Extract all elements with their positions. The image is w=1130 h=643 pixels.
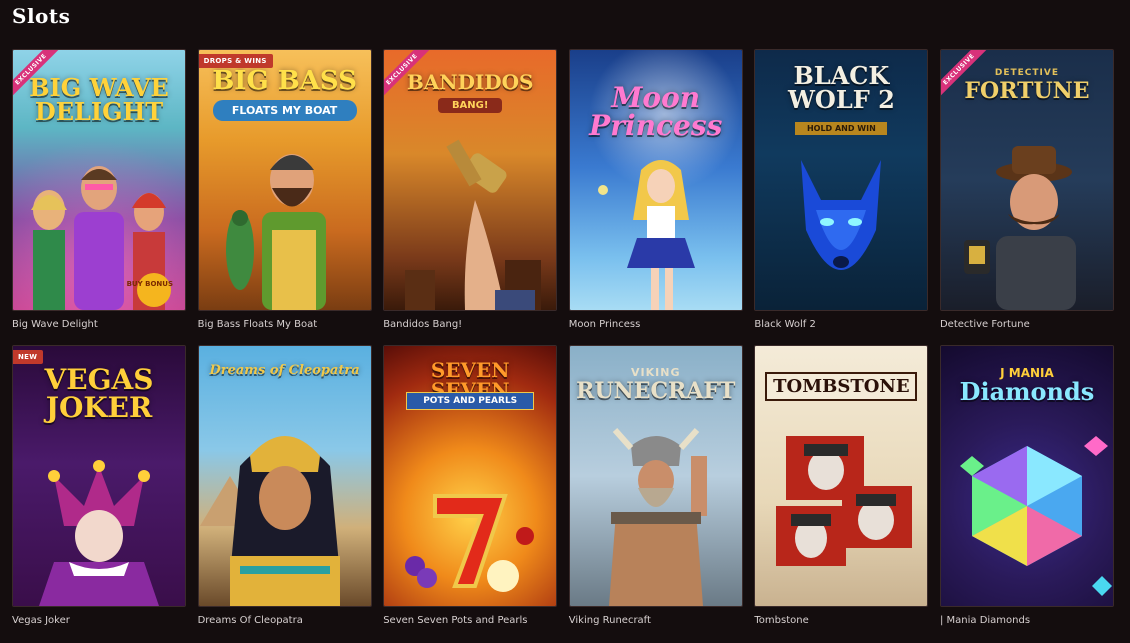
game-title[interactable]: Seven Seven Pots and Pearls [383, 615, 527, 626]
game-card-black-wolf-2[interactable]: BLACK WOLF 2 HOLD AND WIN Black Wolf 2 [754, 49, 929, 345]
game-title[interactable]: Tombstone [754, 615, 808, 626]
game-card-viking-runecraft[interactable]: VIKING RUNECRAFT Viking Runecraft [568, 345, 743, 641]
game-title[interactable]: Detective Fortune [940, 319, 1030, 330]
game-thumbnail[interactable]: J MANIA Diamonds [939, 345, 1114, 607]
game-title[interactable]: Moon Princess [569, 319, 641, 330]
new-badge: NEW [13, 350, 44, 364]
game-thumbnail[interactable]: BANDIDOS BANG! EXCLUSIVE [383, 49, 558, 311]
princess-illustration [597, 160, 695, 310]
game-logo: RUNECRAFT [576, 378, 736, 404]
game-subtitle: POTS AND PEARLS [406, 392, 535, 410]
game-thumbnail[interactable]: DETECTIVE FORTUNE EXCLUSIVE [939, 49, 1114, 311]
game-thumbnail[interactable]: Moon Princess [568, 49, 743, 311]
cleopatra-illustration [199, 436, 340, 606]
game-card-big-wave-delight[interactable]: BIG WAVE DELIGHT BUY BONUS EXCLUSIVE Big… [12, 49, 186, 345]
game-title[interactable]: Black Wolf 2 [754, 319, 816, 330]
game-thumbnail[interactable]: BLACK WOLF 2 HOLD AND WIN [754, 49, 929, 311]
game-card-tombstone[interactable]: TOMBSTONE Tombstone [754, 345, 929, 641]
lucky-seven-illustration [405, 494, 535, 592]
game-logo: BIG WAVE DELIGHT [29, 73, 169, 126]
game-thumbnail[interactable]: TOMBSTONE [754, 345, 929, 607]
game-card-big-bass-floats-my-boat[interactable]: BIG BASS FLOATS MY BOAT DROPS & WINS Big… [197, 49, 372, 345]
game-title[interactable]: Bandidos Bang! [383, 319, 462, 330]
game-logo: BLACK WOLF 2 [787, 61, 895, 114]
game-logo: TOMBSTONE [765, 372, 918, 401]
fisherman-illustration [225, 154, 326, 310]
game-thumbnail[interactable]: Dreams of Cleopatra [197, 345, 372, 607]
wolf-illustration [801, 160, 882, 270]
game-subtitle: HOLD AND WIN [795, 122, 888, 135]
slots-grid: BIG WAVE DELIGHT BUY BONUS EXCLUSIVE Big… [12, 49, 1114, 641]
game-card-dreams-of-cleopatra[interactable]: Dreams of Cleopatra Dreams Of Cleopatra [197, 345, 372, 641]
game-title[interactable]: Vegas Joker [12, 615, 70, 626]
game-logo: FORTUNE [964, 78, 1090, 104]
game-card-j-mania-diamonds[interactable]: J MANIA Diamonds | Mania Diamonds [939, 345, 1114, 641]
joker-illustration [39, 460, 159, 606]
game-thumbnail[interactable]: VEGAS JOKER NEW [12, 345, 186, 607]
revolver-illustration [405, 139, 542, 310]
game-thumbnail[interactable]: BIG WAVE DELIGHT BUY BONUS EXCLUSIVE [12, 49, 186, 311]
page-title: Slots [12, 4, 71, 28]
game-thumbnail[interactable]: VIKING RUNECRAFT [568, 345, 743, 607]
game-logo: Moon Princess [589, 81, 723, 142]
outlaws-illustration [776, 436, 913, 566]
game-card-vegas-joker[interactable]: VEGAS JOKER NEW Vegas Joker [12, 345, 186, 641]
game-title[interactable]: Dreams Of Cleopatra [198, 615, 303, 626]
diamond-illustration [959, 436, 1112, 596]
game-card-moon-princess[interactable]: Moon Princess Moon Princess [568, 49, 743, 345]
game-subtitle: BANG! [438, 98, 503, 113]
game-logo: BIG BASS [212, 66, 357, 96]
game-logo: VEGAS JOKER [44, 363, 154, 424]
game-thumbnail[interactable]: SEVEN SEVEN POTS AND PEARLS [383, 345, 558, 607]
viking-illustration [608, 428, 707, 606]
game-title[interactable]: | Mania Diamonds [940, 615, 1030, 626]
game-title[interactable]: Big Wave Delight [12, 319, 98, 330]
game-logo: BANDIDOS [406, 70, 534, 94]
game-card-seven-seven-pots-and-pearls[interactable]: SEVEN SEVEN POTS AND PEARLS Seven Seven … [383, 345, 558, 641]
game-title[interactable]: Big Bass Floats My Boat [198, 319, 318, 330]
game-title[interactable]: Viking Runecraft [569, 615, 651, 626]
game-card-bandidos-bang[interactable]: BANDIDOS BANG! EXCLUSIVE Bandidos Bang! [383, 49, 558, 345]
game-subtitle: FLOATS MY BOAT [212, 100, 357, 121]
game-logo: Dreams of Cleopatra [209, 363, 360, 378]
game-thumbnail[interactable]: BIG BASS FLOATS MY BOAT DROPS & WINS [197, 49, 372, 311]
game-logo: Diamonds [959, 377, 1095, 406]
buy-bonus-label: BUY BONUS [126, 280, 173, 288]
detective-illustration [963, 146, 1076, 310]
drops-wins-badge: DROPS & WINS [198, 54, 273, 68]
game-card-detective-fortune[interactable]: DETECTIVE FORTUNE EXCLUSIVE Detective Fo… [939, 49, 1114, 345]
